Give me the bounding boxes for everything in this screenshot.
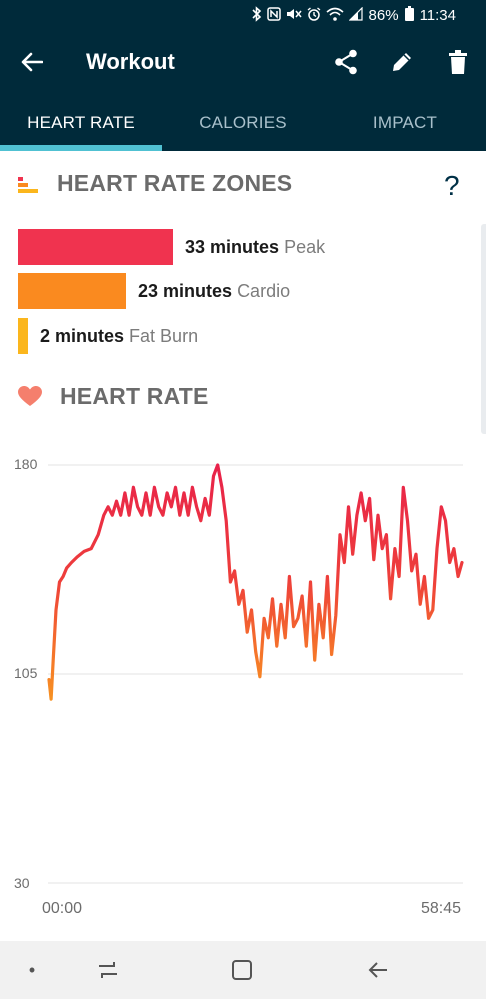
help-button[interactable]: ? — [444, 170, 460, 202]
zone-name: Cardio — [237, 280, 291, 301]
y-tick-label: 180 — [14, 456, 38, 472]
tab-impact[interactable]: IMPACT — [324, 94, 486, 151]
alarm-icon — [307, 6, 321, 24]
home-button[interactable] — [224, 941, 260, 999]
zones-icon — [18, 176, 38, 193]
mute-icon — [286, 7, 302, 24]
zone-bar-fat-burn — [18, 318, 28, 354]
y-tick-label: 30 — [14, 875, 30, 891]
pencil-icon — [393, 53, 411, 71]
heart-rate-series-line — [47, 463, 464, 701]
zones-header: HEART RATE ZONES — [18, 170, 292, 197]
share-icon — [335, 49, 357, 75]
zone-label-cardio: 23 minutes Cardio — [138, 281, 290, 302]
system-back-button[interactable] — [360, 941, 396, 999]
scrollbar-thumb[interactable] — [481, 224, 486, 434]
app-bar: Workout — [0, 30, 486, 94]
nav-dot[interactable]: • — [20, 941, 44, 999]
system-nav-bar: • — [0, 941, 486, 999]
page-title: Workout — [86, 49, 175, 74]
heart-icon — [18, 386, 42, 406]
battery-percent: 86% — [368, 6, 399, 24]
zone-minutes: 2 minutes — [40, 325, 125, 346]
tab-calories[interactable]: CALORIES — [162, 94, 324, 151]
back-button[interactable] — [0, 30, 64, 94]
heart-rate-header: HEART RATE — [18, 383, 209, 410]
y-tick-label: 105 — [14, 665, 38, 681]
heart-rate-chart — [47, 463, 464, 884]
back-arrow-icon — [368, 962, 387, 978]
x-tick-label: 58:45 — [421, 900, 462, 917]
wifi-icon — [326, 7, 344, 24]
zone-name: Peak — [284, 236, 326, 257]
trash-icon — [449, 50, 467, 74]
tab-bar: HEART RATE CALORIES IMPACT — [0, 94, 486, 151]
battery-icon — [404, 5, 414, 25]
status-bar: 86% 11:34 — [0, 0, 486, 30]
zone-label-fat-burn: 2 minutes Fat Burn — [40, 326, 198, 347]
delete-button[interactable] — [430, 30, 486, 94]
tab-heart-rate[interactable]: HEART RATE — [0, 94, 162, 151]
zone-row-cardio: 23 minutes Cardio — [18, 273, 290, 309]
zone-label-peak: 33 minutes Peak — [185, 237, 325, 258]
arrow-left-icon — [21, 52, 43, 72]
signal-icon — [348, 6, 363, 24]
zone-bar-peak — [18, 229, 173, 265]
zone-bar-cardio — [18, 273, 126, 309]
share-button[interactable] — [318, 30, 374, 94]
heart-rate-title: HEART RATE — [60, 383, 209, 409]
zone-row-fat-burn: 2 minutes Fat Burn — [18, 318, 198, 354]
status-icons — [251, 5, 363, 25]
bluetooth-icon — [251, 5, 262, 25]
zone-minutes: 33 minutes — [185, 236, 280, 257]
zone-minutes: 23 minutes — [138, 280, 233, 301]
home-square-icon — [232, 960, 252, 980]
recent-apps-button[interactable] — [90, 941, 126, 999]
x-tick-label: 00:00 — [42, 900, 83, 917]
recent-apps-icon — [99, 962, 117, 978]
zone-name: Fat Burn — [129, 325, 199, 346]
zones-title: HEART RATE ZONES — [57, 170, 293, 196]
zone-row-peak: 33 minutes Peak — [18, 229, 325, 265]
nfc-icon — [266, 6, 281, 24]
edit-button[interactable] — [374, 30, 430, 94]
clock-time: 11:34 — [419, 6, 456, 24]
